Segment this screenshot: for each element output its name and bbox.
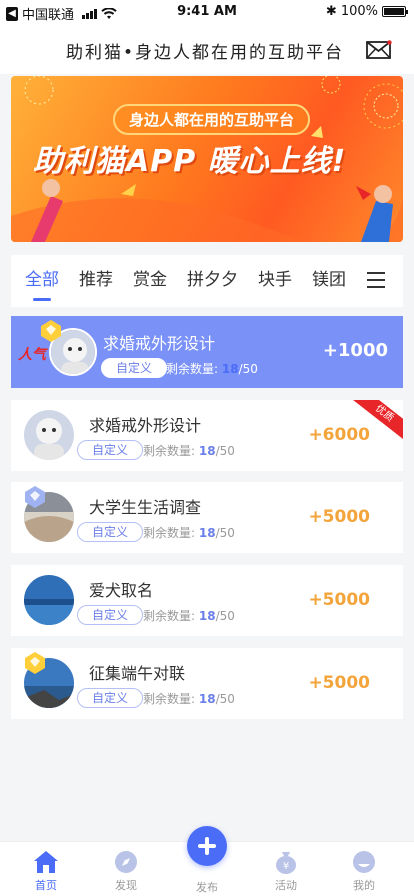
remaining-count: 剩余数量: 18/50 bbox=[143, 690, 235, 707]
nav-discover[interactable]: 发现 bbox=[96, 850, 156, 893]
remaining-count: 剩余数量: 18/50 bbox=[166, 360, 258, 377]
user-icon bbox=[353, 851, 375, 873]
banner-pill: 身边人都在用的互助平台 bbox=[113, 104, 311, 135]
diamond-badge-icon bbox=[25, 652, 45, 674]
battery-icon bbox=[382, 6, 408, 17]
mail-icon[interactable] bbox=[366, 40, 392, 60]
nav-home-label: 首页 bbox=[35, 879, 57, 892]
tab-bounty[interactable]: 赏金 bbox=[133, 255, 167, 307]
battery-percent: 100% bbox=[340, 4, 378, 19]
hot-label: 人气 bbox=[18, 347, 46, 363]
avatar bbox=[24, 575, 74, 625]
diamond-badge-icon bbox=[41, 320, 61, 342]
remaining-label: 剩余数量: bbox=[143, 609, 196, 623]
nav-activity-label: 活动 bbox=[275, 879, 297, 892]
nav-profile[interactable]: 我的 bbox=[334, 850, 394, 893]
app-header: 助利猫•身边人都在用的互助平台 bbox=[0, 24, 414, 74]
list-item[interactable]: 优质 求婚戒外形设计 自定义 剩余数量: 18/50 +6000 bbox=[11, 400, 403, 471]
home-icon bbox=[34, 851, 58, 873]
nav-profile-label: 我的 bbox=[353, 879, 375, 892]
post-button[interactable] bbox=[187, 826, 227, 866]
custom-tag: 自定义 bbox=[77, 605, 144, 625]
banner-headline: 助利猫APP 暖心上线! bbox=[33, 144, 347, 179]
item-title: 爱犬取名 bbox=[89, 581, 154, 600]
avatar bbox=[24, 410, 74, 460]
custom-tag: 自定义 bbox=[77, 440, 144, 460]
compass-icon bbox=[115, 851, 137, 873]
reward-amount: +5000 bbox=[308, 673, 370, 693]
reward-amount: +6000 bbox=[308, 425, 370, 445]
tab-pinxixi[interactable]: 拼夕夕 bbox=[187, 255, 238, 307]
tab-meituan[interactable]: 镁团 bbox=[312, 255, 346, 307]
svg-text:¥: ¥ bbox=[283, 861, 289, 872]
remaining-number: 18 bbox=[221, 362, 239, 376]
status-bar: ◀ 中国联通 9:41 AM ✱ 100% bbox=[0, 0, 414, 24]
list-item[interactable]: 征集端午对联 自定义 剩余数量: 18/50 +5000 bbox=[11, 648, 403, 719]
menu-icon[interactable] bbox=[367, 272, 385, 288]
list-item[interactable]: 人气 求婚戒外形设计 自定义 剩余数量: 18/50 +1000 bbox=[11, 316, 403, 388]
nav-post-label: 发布 bbox=[196, 881, 218, 894]
item-title: 求婚戒外形设计 bbox=[89, 416, 202, 435]
remaining-label: 剩余数量: bbox=[143, 526, 196, 540]
remaining-label: 剩余数量: bbox=[143, 444, 196, 458]
remaining-number: 18 bbox=[198, 526, 216, 540]
list-item[interactable]: 大学生生活调查 自定义 剩余数量: 18/50 +5000 bbox=[11, 482, 403, 553]
remaining-number: 18 bbox=[198, 609, 216, 623]
reward-amount: +5000 bbox=[308, 590, 370, 610]
diamond-badge-icon bbox=[25, 486, 45, 508]
item-title: 征集端午对联 bbox=[89, 664, 186, 683]
bluetooth-icon: ✱ bbox=[325, 4, 337, 19]
nav-discover-label: 发现 bbox=[115, 879, 137, 892]
tab-recommend[interactable]: 推荐 bbox=[79, 255, 113, 307]
list-item[interactable]: 爱犬取名 自定义 剩余数量: 18/50 +5000 bbox=[11, 565, 403, 636]
tab-all[interactable]: 全部 bbox=[25, 255, 59, 307]
money-bag-icon: ¥ bbox=[276, 852, 296, 874]
item-title: 大学生生活调查 bbox=[89, 498, 202, 517]
remaining-label: 剩余数量: bbox=[166, 362, 219, 376]
remaining-count: 剩余数量: 18/50 bbox=[143, 524, 235, 541]
header-slogan: 助利猫•身边人都在用的互助平台 bbox=[66, 43, 345, 63]
remaining-total: /50 bbox=[215, 526, 235, 540]
custom-tag: 自定义 bbox=[101, 358, 168, 378]
remaining-total: /50 bbox=[215, 692, 235, 706]
item-title: 求婚戒外形设计 bbox=[103, 334, 216, 353]
remaining-count: 剩余数量: 18/50 bbox=[143, 442, 235, 459]
remaining-total: /50 bbox=[215, 444, 235, 458]
nav-home[interactable]: 首页 bbox=[16, 850, 76, 893]
remaining-count: 剩余数量: 18/50 bbox=[143, 607, 235, 624]
reward-amount: +5000 bbox=[308, 507, 370, 527]
reward-amount: +1000 bbox=[322, 340, 388, 361]
custom-tag: 自定义 bbox=[77, 522, 144, 542]
custom-tag: 自定义 bbox=[77, 688, 144, 708]
remaining-total: /50 bbox=[215, 609, 235, 623]
remaining-number: 18 bbox=[198, 444, 216, 458]
tab-kuaishou[interactable]: 块手 bbox=[258, 255, 292, 307]
bottom-nav: 首页 发现 发布 ¥ 活动 我的 bbox=[0, 826, 414, 896]
remaining-label: 剩余数量: bbox=[143, 692, 196, 706]
nav-activity[interactable]: ¥ 活动 bbox=[256, 850, 316, 893]
promo-banner[interactable]: 身边人都在用的互助平台 助利猫APP 暖心上线! bbox=[11, 76, 403, 242]
remaining-number: 18 bbox=[198, 692, 216, 706]
category-tabs: 全部 推荐 赏金 拼夕夕 块手 镁团 bbox=[11, 255, 403, 307]
remaining-total: /50 bbox=[238, 362, 258, 376]
